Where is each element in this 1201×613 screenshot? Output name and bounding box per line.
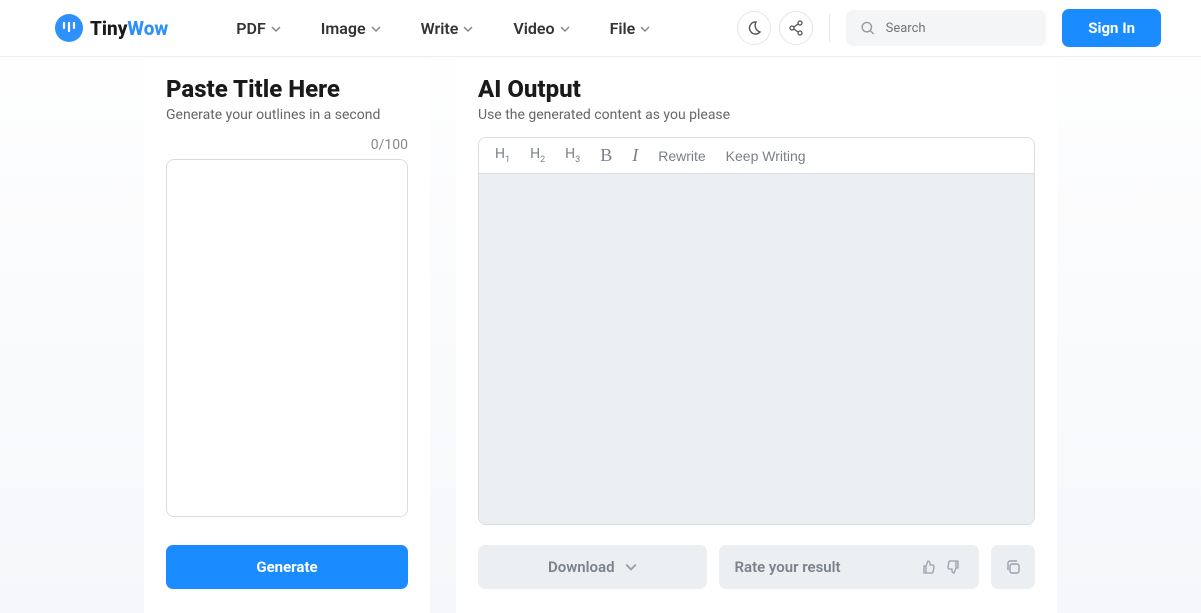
sign-in-button[interactable]: Sign In	[1062, 9, 1161, 47]
copy-icon	[1004, 558, 1022, 576]
keep-writing-button[interactable]: Keep Writing	[726, 148, 806, 164]
italic-button[interactable]: I	[632, 145, 638, 166]
rate-button[interactable]: Rate your result	[719, 545, 980, 589]
logo-text: TinyWow	[90, 17, 168, 40]
chevron-down-icon	[271, 24, 281, 34]
thumbs-up-icon	[919, 558, 937, 576]
h1-button[interactable]: H1	[495, 146, 510, 165]
char-counter: 0/100	[166, 137, 408, 153]
editor: H1 H2 H3 B I Rewrite Keep Writing	[478, 137, 1035, 525]
search-input[interactable]	[886, 21, 1033, 36]
copy-button[interactable]	[991, 545, 1035, 589]
divider	[829, 14, 830, 42]
output-subtitle: Use the generated content as you please	[478, 107, 1035, 123]
share-icon	[788, 20, 804, 36]
moon-icon	[746, 20, 762, 36]
output-panel: AI Output Use the generated content as y…	[456, 57, 1057, 613]
output-actions: Download Rate your result	[478, 545, 1035, 589]
nav-file[interactable]: File	[610, 19, 651, 38]
h2-button[interactable]: H2	[530, 146, 545, 165]
logo[interactable]: TinyWow	[55, 14, 168, 42]
share-button[interactable]	[779, 11, 813, 45]
chevron-down-icon	[560, 24, 570, 34]
chevron-down-icon	[463, 24, 473, 34]
rewrite-button[interactable]: Rewrite	[658, 148, 705, 164]
chevron-down-icon	[371, 24, 381, 34]
search-icon	[860, 19, 875, 37]
nav-image[interactable]: Image	[321, 19, 381, 38]
input-panel: Paste Title Here Generate your outlines …	[144, 57, 430, 613]
generate-button[interactable]: Generate	[166, 545, 408, 589]
chevron-down-icon	[625, 561, 637, 573]
dark-mode-button[interactable]	[737, 11, 771, 45]
bold-button[interactable]: B	[600, 145, 612, 166]
main-nav: PDF Image Write Video File	[236, 19, 729, 38]
title-input[interactable]	[166, 159, 408, 517]
download-button[interactable]: Download	[478, 545, 707, 589]
nav-pdf[interactable]: PDF	[236, 19, 280, 38]
editor-content[interactable]	[479, 174, 1034, 524]
thumbs-down-icon	[945, 558, 963, 576]
input-subtitle: Generate your outlines in a second	[166, 107, 408, 123]
h3-button[interactable]: H3	[565, 146, 580, 165]
input-title: Paste Title Here	[166, 75, 408, 103]
nav-video[interactable]: Video	[513, 19, 569, 38]
chevron-down-icon	[640, 24, 650, 34]
search-box[interactable]	[846, 10, 1046, 46]
nav-write[interactable]: Write	[421, 19, 474, 38]
editor-toolbar: H1 H2 H3 B I Rewrite Keep Writing	[479, 138, 1034, 174]
logo-icon	[55, 14, 83, 42]
output-title: AI Output	[478, 75, 1035, 103]
